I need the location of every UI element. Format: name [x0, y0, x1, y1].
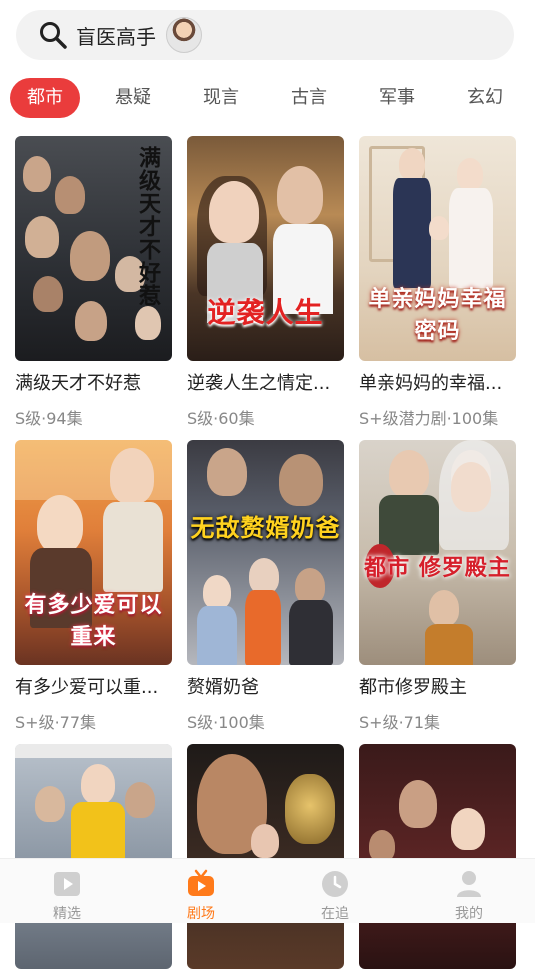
card-subtitle: S+级潜力剧·100集	[359, 409, 499, 428]
nav-label: 精选	[53, 906, 81, 922]
card-title[interactable]: 逆袭人生之情定...	[187, 369, 344, 395]
user-icon	[457, 871, 481, 897]
card-title[interactable]: 都市修罗殿主	[359, 673, 516, 699]
play-square-icon	[54, 872, 80, 896]
poster-image[interactable]: 无敌赘婿奶爸	[187, 440, 344, 665]
nav-jingxuan[interactable]: 精选	[0, 859, 134, 923]
card-title[interactable]: 有多少爱可以重...	[15, 673, 172, 699]
poster-image[interactable]	[359, 744, 516, 969]
nav-label: 在追	[321, 906, 349, 922]
nav-label: 我的	[455, 906, 483, 922]
tab-junshi[interactable]: 军事	[367, 78, 427, 118]
card-subtitle: S+级·71集	[359, 713, 441, 732]
poster-image[interactable]: 逆袭人生	[187, 136, 344, 361]
card-subtitle: S级·100集	[187, 713, 265, 732]
drama-card[interactable]	[15, 744, 172, 969]
tab-dushi[interactable]: 都市	[10, 78, 80, 118]
poster-image[interactable]: 单亲妈妈幸福密码	[359, 136, 516, 361]
poster-image[interactable]: 都市 修罗殿主	[359, 440, 516, 665]
search-query[interactable]: 盲医高手	[76, 21, 156, 50]
drama-card[interactable]: 都市 修罗殿主 都市修罗殿主 S+级·71集	[359, 440, 516, 733]
card-subtitle: S+级·77集	[15, 713, 97, 732]
card-title[interactable]: 单亲妈妈的幸福...	[359, 369, 516, 395]
drama-card[interactable]: 单亲妈妈幸福密码 单亲妈妈的幸福... S+级潜力剧·100集	[359, 136, 516, 429]
poster-title: 满级天才不好惹	[135, 146, 161, 307]
card-subtitle: S级·60集	[187, 409, 255, 428]
poster-image[interactable]	[187, 744, 344, 969]
drama-card[interactable]: 满级天才不好惹 满级天才不好惹 S级·94集	[15, 136, 172, 429]
search-icon	[40, 22, 67, 49]
tab-xianyan[interactable]: 现言	[191, 78, 251, 118]
nav-zaizhui[interactable]: 在追	[268, 859, 402, 923]
clock-icon	[322, 871, 348, 897]
drama-card[interactable]	[187, 744, 344, 969]
tab-xuanhuan[interactable]: 玄幻	[455, 78, 515, 118]
nav-label: 剧场	[187, 906, 215, 922]
nav-juchang[interactable]: 剧场	[134, 859, 268, 923]
card-title[interactable]: 满级天才不好惹	[15, 369, 172, 395]
card-title[interactable]: 赘婿奶爸	[187, 673, 344, 699]
poster-title: 逆袭人生	[207, 296, 324, 329]
poster-image[interactable]: 满级天才不好惹	[15, 136, 172, 361]
poster-title: 有多少爱可以重来	[24, 593, 163, 650]
tab-xuanyi[interactable]: 悬疑	[103, 78, 163, 118]
tab-guyan[interactable]: 古言	[279, 78, 339, 118]
drama-card[interactable]: 逆袭人生 逆袭人生之情定... S级·60集	[187, 136, 344, 429]
bottom-nav: 精选 剧场 在追 我的	[0, 858, 535, 923]
search-thumbnail	[166, 17, 202, 53]
drama-card[interactable]: 有多少爱可以重来 有多少爱可以重... S+级·77集	[15, 440, 172, 733]
poster-title: 无敌赘婿奶爸	[190, 514, 341, 542]
search-bar[interactable]: 盲医高手	[16, 10, 514, 60]
category-tabs: 都市 悬疑 现言 古言 军事 玄幻	[0, 78, 535, 118]
tv-icon	[188, 869, 214, 896]
drama-card[interactable]: 无敌赘婿奶爸 赘婿奶爸 S级·100集	[187, 440, 344, 733]
nav-wode[interactable]: 我的	[402, 859, 535, 923]
poster-image[interactable]	[15, 744, 172, 969]
poster-title: 单亲妈妈幸福密码	[368, 287, 507, 344]
drama-card[interactable]	[359, 744, 516, 969]
poster-image[interactable]: 有多少爱可以重来	[15, 440, 172, 665]
poster-title: 都市 修罗殿主	[364, 556, 511, 581]
card-subtitle: S级·94集	[15, 409, 83, 428]
